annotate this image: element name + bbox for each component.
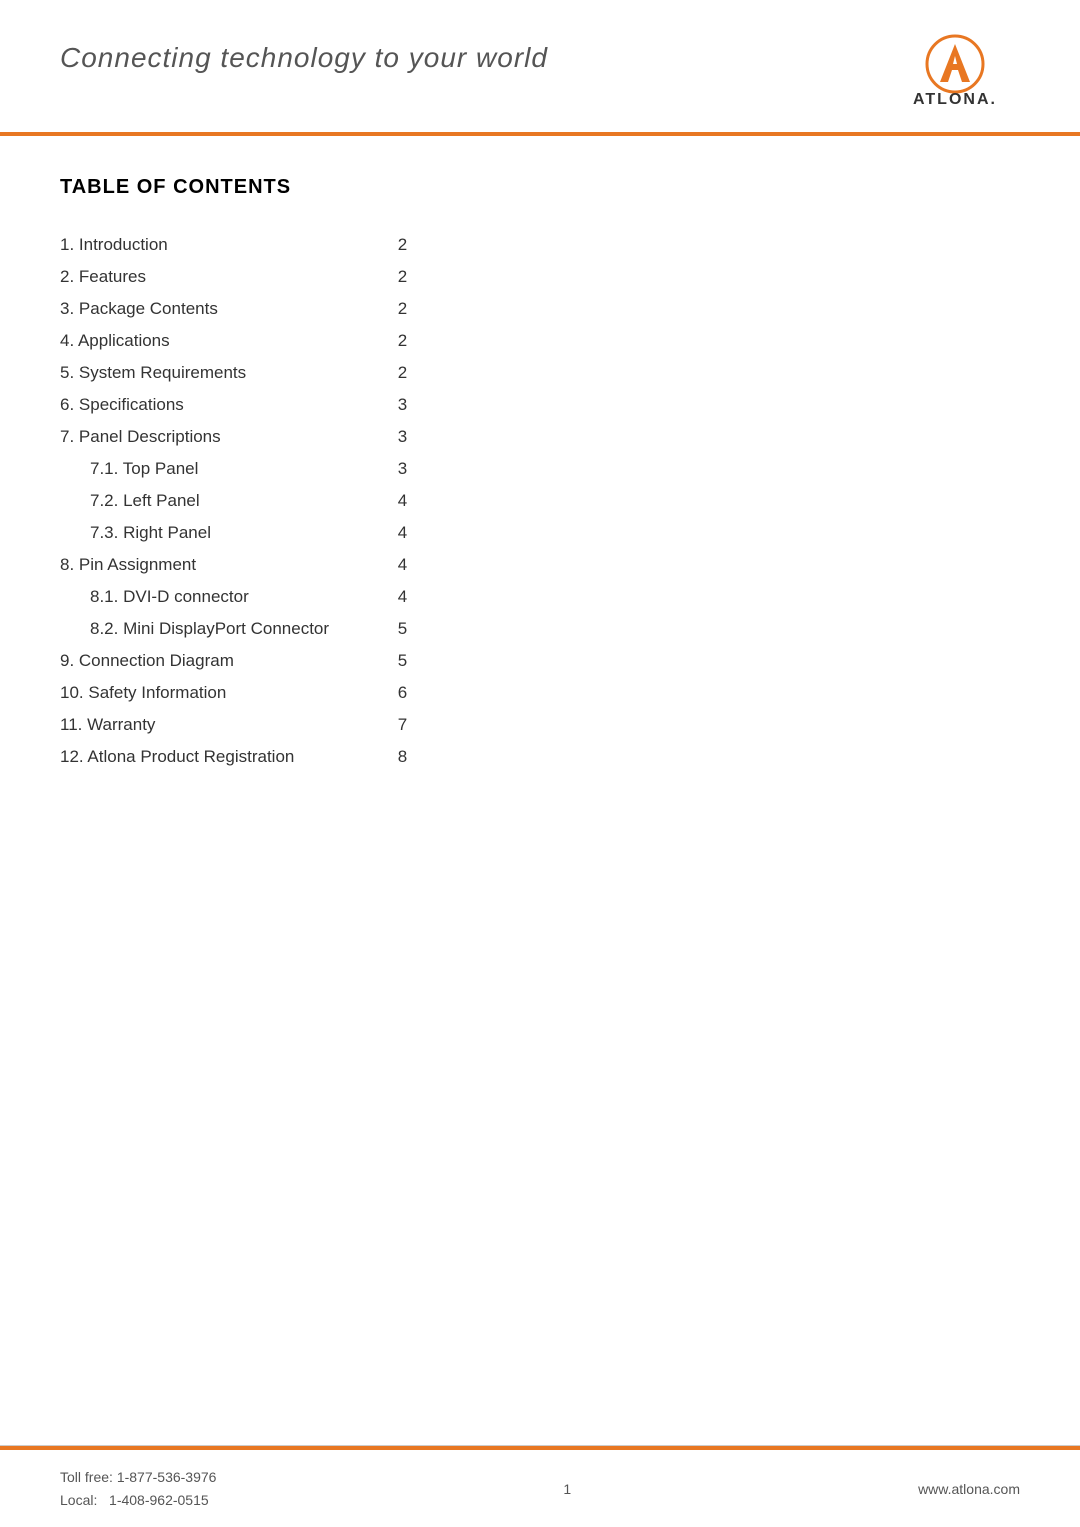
toc-row: 7. Panel Descriptions3 — [60, 421, 440, 453]
toc-item-label: 10. Safety Information — [60, 677, 398, 709]
toc-page-number: 3 — [398, 389, 440, 421]
toc-page-number: 3 — [398, 421, 440, 453]
toc-page-number: 4 — [398, 517, 440, 549]
footer-page-number: 1 — [563, 1481, 571, 1497]
toc-item-label: 8.1. DVI-D connector — [60, 581, 398, 613]
toc-row: 11. Warranty7 — [60, 709, 440, 741]
toc-row: 7.2. Left Panel4 — [60, 485, 440, 517]
toc-page-number: 2 — [398, 325, 440, 357]
toc-row: 10. Safety Information6 — [60, 677, 440, 709]
toc-row: 12. Atlona Product Registration8 — [60, 741, 440, 773]
toc-item-label: 12. Atlona Product Registration — [60, 741, 398, 773]
toc-item-label: 7.1. Top Panel — [60, 453, 398, 485]
toc-item-label: 8. Pin Assignment — [60, 549, 398, 581]
toc-item-label: 7.2. Left Panel — [60, 485, 398, 517]
toc-row: 7.3. Right Panel4 — [60, 517, 440, 549]
local-label: Local: — [60, 1492, 97, 1508]
atlona-logo: ATLONA. — [890, 32, 1020, 112]
toc-row: 9. Connection Diagram5 — [60, 645, 440, 677]
toc-page-number: 8 — [398, 741, 440, 773]
toc-item-label: 11. Warranty — [60, 709, 398, 741]
toc-page-number: 2 — [398, 229, 440, 261]
footer-website: www.atlona.com — [918, 1481, 1020, 1497]
toc-page-number: 4 — [398, 581, 440, 613]
toc-row: 1. Introduction2 — [60, 229, 440, 261]
toc-item-label: 8.2. Mini DisplayPort Connector — [60, 613, 398, 645]
toc-row: 2. Features2 — [60, 261, 440, 293]
toc-row: 3. Package Contents2 — [60, 293, 440, 325]
toc-page-number: 2 — [398, 293, 440, 325]
toll-free-label: Toll free: — [60, 1469, 113, 1485]
toc-page-number: 4 — [398, 485, 440, 517]
footer-contact: Toll free: 1-877-536-3976 Local: 1-408-9… — [60, 1466, 216, 1511]
toc-item-label: 3. Package Contents — [60, 293, 398, 325]
toc-item-label: 9. Connection Diagram — [60, 645, 398, 677]
toc-item-label: 7.3. Right Panel — [60, 517, 398, 549]
toc-page-number: 5 — [398, 645, 440, 677]
toc-row: 7.1. Top Panel3 — [60, 453, 440, 485]
toc-item-label: 1. Introduction — [60, 229, 398, 261]
main-content: TABLE OF CONTENTS 1. Introduction22. Fea… — [0, 136, 1080, 1445]
toc-page-number: 2 — [398, 261, 440, 293]
toc-item-label: 6. Specifications — [60, 389, 398, 421]
logo-area: ATLONA. — [890, 32, 1020, 112]
toll-free-number: 1-877-536-3976 — [117, 1469, 217, 1485]
toc-item-label: 2. Features — [60, 261, 398, 293]
toc-row: 8.1. DVI-D connector4 — [60, 581, 440, 613]
toc-item-label: 4. Applications — [60, 325, 398, 357]
toc-page-number: 2 — [398, 357, 440, 389]
toc-page-number: 7 — [398, 709, 440, 741]
toc-title: TABLE OF CONTENTS — [60, 176, 1020, 199]
toc-page-number: 5 — [398, 613, 440, 645]
toc-row: 8.2. Mini DisplayPort Connector5 — [60, 613, 440, 645]
toc-table: 1. Introduction22. Features23. Package C… — [60, 229, 440, 773]
toc-item-label: 5. System Requirements — [60, 357, 398, 389]
page-wrapper: Connecting technology to your world ATLO… — [0, 0, 1080, 1527]
toc-page-number: 6 — [398, 677, 440, 709]
toc-item-label: 7. Panel Descriptions — [60, 421, 398, 453]
toc-row: 6. Specifications3 — [60, 389, 440, 421]
header-tagline: Connecting technology to your world — [60, 32, 548, 74]
toc-row: 8. Pin Assignment4 — [60, 549, 440, 581]
toc-row: 5. System Requirements2 — [60, 357, 440, 389]
footer: Toll free: 1-877-536-3976 Local: 1-408-9… — [0, 1446, 1080, 1527]
svg-text:ATLONA.: ATLONA. — [913, 91, 997, 108]
toc-row: 4. Applications2 — [60, 325, 440, 357]
toc-page-number: 4 — [398, 549, 440, 581]
toc-page-number: 3 — [398, 453, 440, 485]
header: Connecting technology to your world ATLO… — [0, 0, 1080, 112]
local-number: 1-408-962-0515 — [109, 1492, 209, 1508]
